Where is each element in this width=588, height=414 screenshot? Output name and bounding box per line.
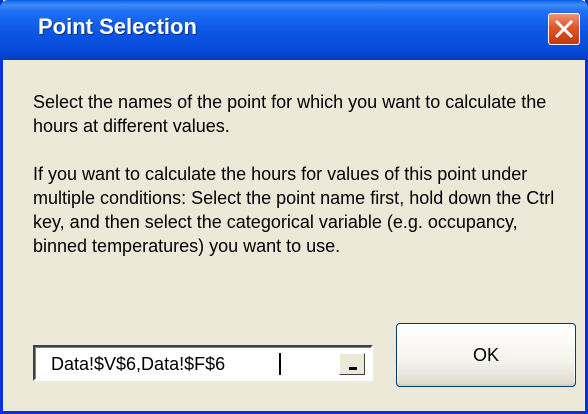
instructions: Select the names of the point for which …: [33, 90, 563, 258]
window-title: Point Selection: [38, 14, 197, 39]
range-reference-field[interactable]: [33, 345, 373, 381]
instruction-paragraph-1: Select the names of the point for which …: [33, 92, 547, 136]
ok-button[interactable]: OK: [396, 323, 576, 387]
collapse-dialog-icon: [349, 367, 357, 370]
point-selection-dialog: Point Selection Select the names of the …: [0, 0, 588, 414]
close-button[interactable]: [548, 13, 580, 45]
instruction-paragraph-2: If you want to calculate the hours for v…: [33, 164, 555, 256]
title-bar[interactable]: Point Selection: [0, 0, 588, 60]
text-caret: [279, 353, 281, 375]
close-icon: [555, 20, 573, 38]
collapse-dialog-button[interactable]: [339, 353, 365, 375]
